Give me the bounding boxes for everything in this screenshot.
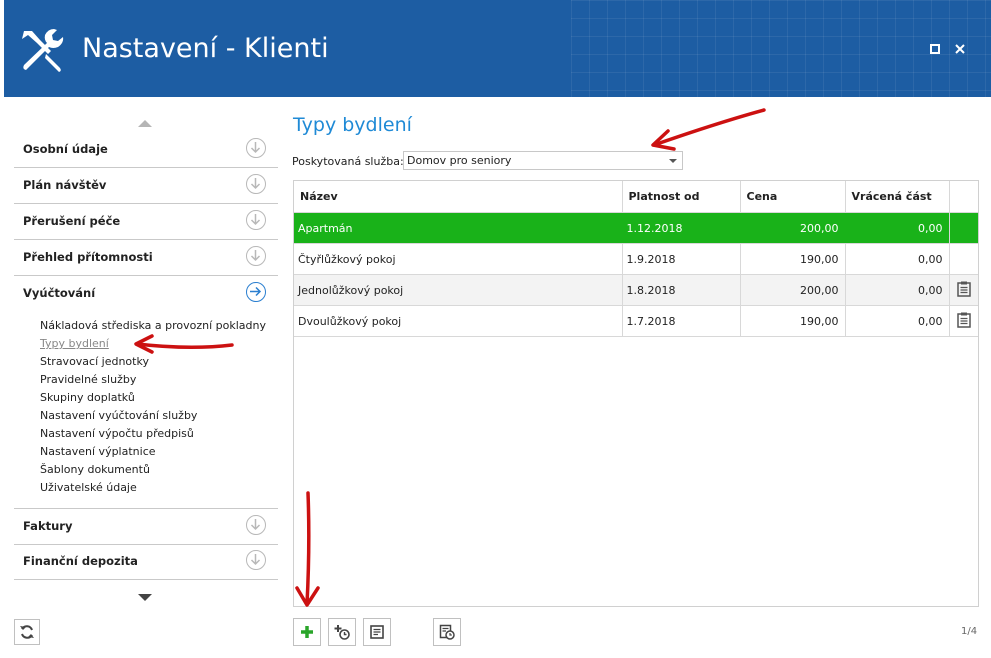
- cell-action: [949, 243, 978, 275]
- chevron-down-icon: [669, 159, 677, 163]
- cell-price: 200,00: [740, 274, 846, 306]
- maximize-icon[interactable]: [929, 43, 941, 55]
- column-header-platnost-od[interactable]: Platnost od: [622, 181, 741, 213]
- cell-name: Jednolůžkový pokoj: [294, 274, 623, 306]
- submenu-item-sablony-dokumentu[interactable]: Šablony dokumentů: [40, 461, 266, 479]
- window-title: Nastavení - Klienti: [82, 33, 329, 64]
- section-label: Plán návštěv: [23, 178, 107, 192]
- submenu-item-typy-bydleni[interactable]: Typy bydlení: [40, 335, 266, 353]
- submenu-item-skupiny-doplatku[interactable]: Skupiny doplatků: [40, 389, 266, 407]
- cell-action: [949, 305, 978, 337]
- column-header-vracena-cast[interactable]: Vrácená část: [845, 181, 950, 213]
- clipboard-icon[interactable]: [957, 312, 971, 328]
- section-label: Přerušení péče: [23, 214, 121, 228]
- add-with-date-button[interactable]: [328, 618, 356, 646]
- cell-refund: 0,00: [845, 212, 950, 244]
- sidebar-section-faktury[interactable]: Faktury: [14, 508, 278, 545]
- cell-refund: 0,00: [845, 305, 950, 337]
- arrow-down-circle-icon[interactable]: [246, 210, 266, 230]
- arrow-down-circle-icon[interactable]: [246, 246, 266, 266]
- sidebar-section-osobni-udaje[interactable]: Osobní údaje: [14, 132, 278, 168]
- annotation-arrow-service: [652, 108, 766, 147]
- submenu-item-nastaveni-vyplatnice[interactable]: Nastavení výplatnice: [40, 443, 266, 461]
- cell-price: 190,00: [740, 305, 846, 337]
- cell-valid-from: 1.9.2018: [622, 243, 741, 275]
- table-row[interactable]: Dvoulůžkový pokoj 1.7.2018 190,00 0,00: [294, 305, 978, 337]
- cell-valid-from: 1.8.2018: [622, 274, 741, 306]
- submenu-item-nastaveni-vyuctovani[interactable]: Nastavení vyúčtování služby: [40, 407, 266, 425]
- cell-price: 200,00: [740, 212, 846, 244]
- cell-name: Čtyřlůžkový pokoj: [294, 243, 623, 275]
- service-select-value: Domov pro seniory: [407, 154, 512, 167]
- cell-refund: 0,00: [845, 243, 950, 275]
- arrow-down-circle-icon[interactable]: [246, 174, 266, 194]
- sidebar-section-plan-navstev[interactable]: Plán návštěv: [14, 168, 278, 204]
- title-bar-pattern: [571, 0, 991, 97]
- table-row[interactable]: Apartmán 1.12.2018 200,00 0,00: [294, 212, 978, 244]
- cell-price: 190,00: [740, 243, 846, 275]
- housing-types-table: Název Platnost od Cena Vrácená část Apar…: [294, 181, 978, 337]
- vyuctovani-submenu: Nákladová střediska a provozní pokladny …: [40, 317, 266, 497]
- scroll-down-icon[interactable]: [138, 594, 152, 601]
- page-indicator: 1/4: [961, 626, 978, 637]
- table-row[interactable]: Jednolůžkový pokoj 1.8.2018 200,00 0,00: [294, 274, 978, 306]
- submenu-item-stravovaci-jednotky[interactable]: Stravovací jednotky: [40, 353, 266, 371]
- service-select[interactable]: Domov pro seniory: [403, 151, 683, 170]
- section-label: Faktury: [23, 519, 73, 533]
- edit-button[interactable]: [363, 618, 391, 646]
- add-button[interactable]: [293, 618, 321, 646]
- cell-valid-from: 1.12.2018: [622, 212, 741, 244]
- edit-document-icon: [370, 625, 384, 639]
- history-button[interactable]: [433, 618, 461, 646]
- submenu-item-nastaveni-vypoctu[interactable]: Nastavení výpočtu předpisů: [40, 425, 266, 443]
- submenu-item-naklad-strediska[interactable]: Nákladová střediska a provozní pokladny: [40, 317, 266, 335]
- service-label: Poskytovaná služba:: [292, 155, 404, 168]
- annotation-arrow-service-head: [651, 129, 676, 151]
- section-label: Osobní údaje: [23, 142, 108, 156]
- sidebar-section-prehled-pritomnosti[interactable]: Přehled přítomnosti: [14, 240, 278, 276]
- cell-action: [949, 212, 978, 244]
- close-icon[interactable]: [954, 43, 966, 55]
- section-label: Finanční depozita: [23, 554, 138, 568]
- add-with-date-icon: [334, 625, 350, 640]
- clipboard-icon[interactable]: [957, 281, 971, 297]
- column-header-nazev[interactable]: Název: [294, 181, 623, 213]
- section-label: Přehled přítomnosti: [23, 250, 153, 264]
- arrow-right-circle-icon[interactable]: [246, 282, 266, 302]
- submenu-item-uzivatelske-udaje[interactable]: Uživatelské údaje: [40, 479, 266, 497]
- sidebar-section-financni-depozita[interactable]: Finanční depozita: [14, 544, 278, 580]
- arrow-down-circle-icon[interactable]: [246, 550, 266, 570]
- table-row[interactable]: Čtyřlůžkový pokoj 1.9.2018 190,00 0,00: [294, 243, 978, 275]
- refresh-icon: [20, 625, 34, 639]
- cell-valid-from: 1.7.2018: [622, 305, 741, 337]
- add-icon: [301, 626, 313, 638]
- section-label: Vyúčtování: [23, 286, 96, 300]
- page-title: Typy bydlení: [293, 114, 412, 136]
- sidebar-section-vyuctovani[interactable]: Vyúčtování: [14, 276, 278, 311]
- column-header-cena[interactable]: Cena: [740, 181, 846, 213]
- sidebar: Osobní údaje Plán návštěv Přerušení péče…: [14, 110, 278, 610]
- refresh-button[interactable]: [14, 619, 40, 645]
- cell-action: [949, 274, 978, 306]
- submenu-item-pravidelne-sluzby[interactable]: Pravidelné služby: [40, 371, 266, 389]
- cell-refund: 0,00: [845, 274, 950, 306]
- scroll-up-icon[interactable]: [138, 120, 152, 127]
- sidebar-section-preruseni-pece[interactable]: Přerušení péče: [14, 204, 278, 240]
- history-icon: [439, 624, 455, 640]
- wrench-screwdriver-icon: [22, 29, 64, 72]
- cell-name: Dvoulůžkový pokoj: [294, 305, 623, 337]
- arrow-down-circle-icon[interactable]: [246, 138, 266, 158]
- table-header-row: Název Platnost od Cena Vrácená část: [294, 181, 978, 213]
- column-header-actions: [949, 181, 978, 213]
- housing-types-grid: Název Platnost od Cena Vrácená část Apar…: [293, 180, 979, 607]
- arrow-down-circle-icon[interactable]: [246, 515, 266, 535]
- cell-name: Apartmán: [294, 212, 623, 244]
